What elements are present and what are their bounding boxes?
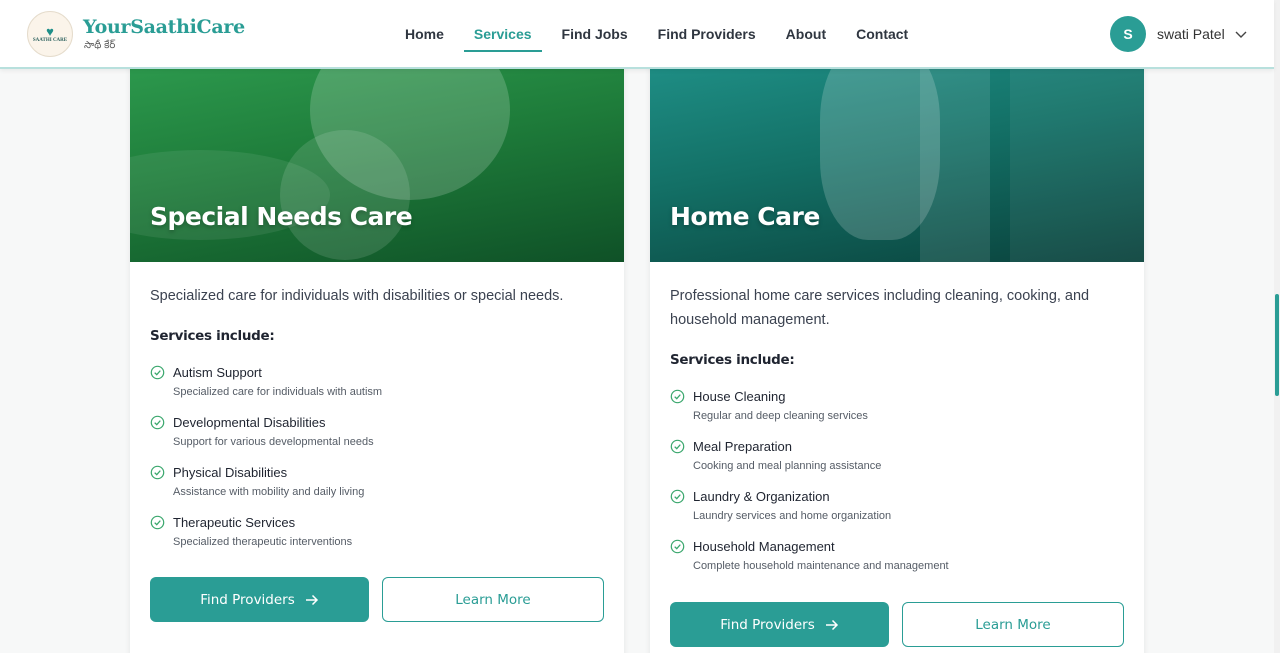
- service-name: Household Management: [693, 539, 835, 554]
- service-name: Meal Preparation: [693, 439, 792, 454]
- check-circle-icon: [150, 365, 165, 380]
- card-title: Home Care: [670, 202, 820, 231]
- brand-subtitle: సాథీ కేర్: [84, 40, 116, 51]
- card-description: Specialized care for individuals with di…: [150, 288, 564, 304]
- nav-find-providers[interactable]: Find Providers: [648, 18, 766, 52]
- check-circle-icon: [670, 489, 685, 504]
- check-circle-icon: [150, 415, 165, 430]
- service-name: Physical Disabilities: [173, 465, 288, 480]
- list-item: House Cleaning Regular and deep cleaning…: [670, 388, 1110, 428]
- scrollbar-thumb[interactable]: [1275, 294, 1279, 396]
- nav-about[interactable]: About: [776, 18, 836, 52]
- user-name[interactable]: swati Patel: [1157, 26, 1225, 42]
- card-description: Professional home care services includin…: [670, 288, 1090, 328]
- service-desc: Regular and deep cleaning services: [693, 410, 868, 422]
- service-card-special-needs: Special Needs Care Specialized care for …: [130, 60, 624, 653]
- service-desc: Complete household maintenance and manag…: [693, 560, 949, 572]
- card-hero-image: Special Needs Care: [130, 60, 624, 262]
- avatar[interactable]: S: [1110, 16, 1146, 52]
- service-desc: Support for various developmental needs: [173, 436, 374, 448]
- button-label: Find Providers: [720, 616, 815, 633]
- service-name: House Cleaning: [693, 389, 786, 404]
- learn-more-button[interactable]: Learn More: [382, 577, 604, 622]
- service-desc: Laundry services and home organization: [693, 510, 892, 522]
- nav-services[interactable]: Services: [463, 18, 542, 52]
- service-desc: Specialized care for individuals with au…: [173, 386, 383, 398]
- service-desc: Specialized therapeutic interventions: [173, 536, 353, 548]
- service-name: Therapeutic Services: [173, 515, 296, 530]
- check-circle-icon: [670, 539, 685, 554]
- check-circle-icon: [150, 465, 165, 480]
- check-circle-icon: [670, 389, 685, 404]
- list-item: Autism Support Specialized care for indi…: [150, 364, 590, 404]
- service-name: Autism Support: [173, 365, 262, 380]
- list-item: Household Management Complete household …: [670, 538, 1110, 578]
- arrow-right-icon: [305, 594, 318, 605]
- list-item: Developmental Disabilities Support for v…: [150, 414, 590, 454]
- button-label: Find Providers: [200, 591, 295, 608]
- nav-contact[interactable]: Contact: [846, 18, 918, 52]
- service-card-home-care: Home Care Professional home care service…: [650, 60, 1144, 653]
- service-name: Developmental Disabilities: [173, 415, 326, 430]
- logo-text: SAATHI CARE: [32, 38, 68, 43]
- list-item: Meal Preparation Cooking and meal planni…: [670, 438, 1110, 478]
- find-providers-button[interactable]: Find Providers: [670, 602, 889, 647]
- site-header: ♥ SAATHI CARE YourSaathiCare సాథీ కేర్ H…: [0, 0, 1274, 69]
- learn-more-button[interactable]: Learn More: [902, 602, 1124, 647]
- find-providers-button[interactable]: Find Providers: [150, 577, 369, 622]
- list-item: Laundry & Organization Laundry services …: [670, 488, 1110, 528]
- service-desc: Cooking and meal planning assistance: [693, 460, 882, 472]
- list-item: Physical Disabilities Assistance with mo…: [150, 464, 590, 504]
- user-menu[interactable]: S swati Patel: [1110, 16, 1247, 52]
- main-nav: Home Services Find Jobs Find Providers A…: [395, 18, 928, 52]
- list-item: Therapeutic Services Specialized therape…: [150, 514, 590, 554]
- services-include-label: Services include:: [150, 328, 275, 344]
- service-desc: Assistance with mobility and daily livin…: [173, 486, 365, 498]
- service-name: Laundry & Organization: [693, 489, 830, 504]
- logo[interactable]: ♥ SAATHI CARE: [27, 11, 73, 57]
- nav-home[interactable]: Home: [395, 18, 454, 52]
- card-title: Special Needs Care: [150, 202, 413, 231]
- heart-logo-icon: ♥: [46, 24, 54, 39]
- card-hero-image: Home Care: [650, 60, 1144, 262]
- arrow-right-icon: [825, 619, 838, 630]
- nav-find-jobs[interactable]: Find Jobs: [552, 18, 638, 52]
- scrollbar[interactable]: [1274, 0, 1280, 653]
- check-circle-icon: [150, 515, 165, 530]
- chevron-down-icon[interactable]: [1235, 28, 1247, 40]
- check-circle-icon: [670, 439, 685, 454]
- brand-name[interactable]: YourSaathiCare: [83, 16, 245, 38]
- services-include-label: Services include:: [670, 352, 795, 368]
